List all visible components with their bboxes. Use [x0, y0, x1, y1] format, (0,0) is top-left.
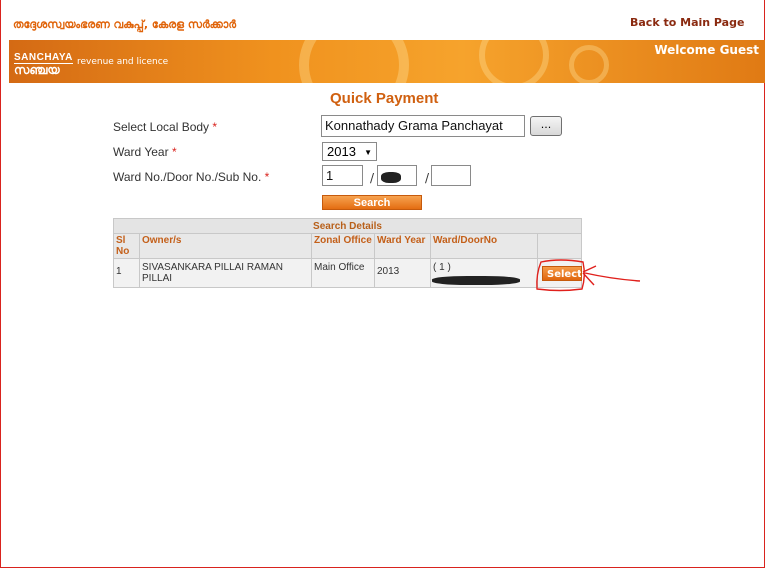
ward-year-label: Ward Year * [113, 145, 177, 159]
sanchaya-logo: SANCHAYA സഞ്ചയ [14, 52, 73, 77]
department-title: തദ്ദേശസ്വയംഭരണ വകുപ്പ്, കേരള സർക്കാർ [13, 18, 237, 31]
column-header: Ward Year [374, 233, 431, 259]
dropdown-arrow-icon: ▼ [364, 148, 372, 157]
welcome-message: Welcome Guest [654, 43, 759, 57]
sub-no-input[interactable] [431, 165, 471, 186]
table-header-row: Sl No Owner/s Zonal Office Ward Year War… [113, 233, 582, 259]
ward-no-input[interactable]: 1 [322, 165, 363, 186]
cell-sl-no: 1 [113, 258, 140, 288]
page-title: Quick Payment [330, 90, 439, 107]
local-body-label: Select Local Body * [113, 120, 218, 134]
column-header: Zonal Office [311, 233, 375, 259]
column-header: Ward/DoorNo [430, 233, 538, 259]
table-caption: Search Details [113, 218, 582, 234]
header-banner: SANCHAYA സഞ്ചയ revenue and licence Welco… [9, 40, 765, 83]
cell-ward-year: 2013 [374, 258, 431, 288]
browse-local-body-button[interactable]: ... [530, 116, 562, 136]
column-header: Sl No [113, 233, 140, 259]
search-button[interactable]: Search [322, 195, 422, 210]
cell-owner: SIVASANKARA PILLAI RAMAN PILLAI [139, 258, 312, 288]
local-body-input[interactable]: Konnathady Grama Panchayat [321, 115, 525, 137]
separator: / [425, 171, 430, 185]
cell-zonal-office: Main Office [311, 258, 375, 288]
select-row-button[interactable]: Select [542, 266, 582, 281]
back-to-main-link[interactable]: Back to Main Page [630, 16, 744, 29]
ward-door-label: Ward No./Door No./Sub No. * [113, 170, 270, 184]
tagline: revenue and licence [77, 57, 169, 67]
ward-year-select[interactable]: 2013 ▼ [322, 142, 377, 161]
redaction-scribble [432, 276, 520, 285]
redaction-scribble [381, 172, 401, 183]
column-header [537, 233, 582, 259]
separator: / [370, 171, 375, 185]
column-header: Owner/s [139, 233, 312, 259]
